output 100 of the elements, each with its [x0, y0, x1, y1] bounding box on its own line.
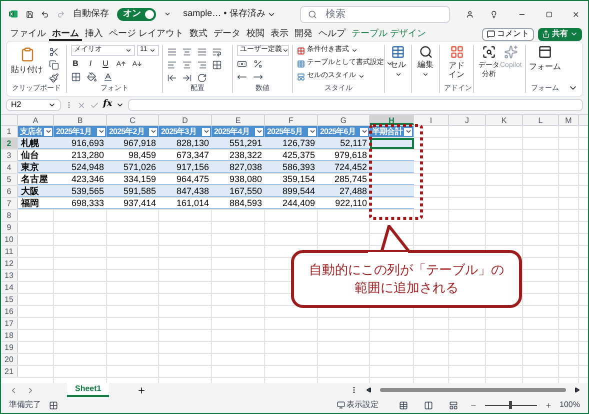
copy-icon[interactable]	[49, 60, 59, 70]
page-break-view-icon[interactable]	[448, 400, 458, 410]
row-header: 18	[1, 330, 18, 341]
fill-color-icon[interactable]	[87, 72, 97, 82]
filter-button[interactable]	[44, 128, 52, 136]
ribbon-tab[interactable]: データ	[210, 27, 244, 41]
save-icon[interactable]	[26, 8, 34, 20]
zoom-slider[interactable]	[484, 401, 537, 409]
maximize-icon[interactable]	[546, 10, 552, 18]
lightbulb-icon[interactable]	[490, 8, 498, 20]
merge-cells-icon[interactable]	[212, 60, 222, 70]
orientation-icon[interactable]	[197, 73, 207, 83]
ribbon-tab[interactable]: 校閲	[244, 27, 268, 41]
increase-indent-icon[interactable]	[182, 73, 192, 83]
horizontal-scrollbar[interactable]	[380, 388, 566, 392]
scroll-right-icon[interactable]	[574, 387, 580, 393]
page-layout-view-icon[interactable]	[424, 400, 433, 410]
normal-view-icon[interactable]	[398, 400, 408, 410]
decrease-indent-icon[interactable]	[167, 73, 177, 83]
caret-icon	[282, 47, 289, 54]
ribbon-tab[interactable]: テーブル デザイン	[348, 27, 430, 41]
row-header: 7	[1, 198, 18, 209]
autosave-toggle[interactable]: オン	[117, 8, 156, 20]
zoom-level: 100%	[560, 399, 580, 411]
row-header: 15	[1, 294, 18, 305]
align-bottom-icon[interactable]	[197, 47, 207, 57]
table-cell: 938,080	[212, 174, 265, 185]
zoom-slider-thumb[interactable]	[509, 401, 512, 409]
conditional-format-icon	[297, 46, 305, 54]
align-center-icon[interactable]	[182, 60, 192, 70]
display-settings-button[interactable]: 表示設定	[336, 399, 379, 411]
align-left-icon[interactable]	[167, 60, 177, 70]
table-cell: 213,280	[54, 150, 107, 161]
comment-button[interactable]: コメント	[482, 28, 534, 40]
column-header: J	[449, 115, 486, 125]
ribbon-tab[interactable]: ヘルプ	[316, 27, 349, 41]
ribbon-tab[interactable]: ページ レイアウト	[106, 27, 187, 41]
ribbon-tab[interactable]: ファイル	[7, 27, 49, 41]
account-icon[interactable]	[466, 8, 474, 20]
ribbon-tab[interactable]: 開発	[292, 27, 316, 41]
ribbon-tab[interactable]: 挿入	[82, 27, 106, 41]
table-cell: 571,026	[107, 162, 159, 173]
bold-button[interactable]: B	[71, 58, 80, 70]
wrap-text-icon[interactable]	[212, 47, 222, 57]
autosave-label: 自動保存	[73, 7, 110, 20]
filter-button[interactable]	[308, 128, 316, 136]
filter-button[interactable]	[404, 128, 412, 136]
italic-button[interactable]: I	[86, 58, 95, 70]
next-sheet-icon[interactable]	[26, 386, 35, 394]
cells-button[interactable]: セル	[389, 45, 407, 78]
name-box[interactable]: H2	[6, 99, 61, 111]
insert-function-button[interactable]: fx	[103, 98, 112, 112]
ribbon-tab[interactable]: 数式	[186, 27, 211, 41]
table-cell: 979,618	[318, 150, 370, 161]
align-right-icon[interactable]	[197, 60, 207, 70]
increase-decimal-icon[interactable]	[237, 72, 247, 82]
file-name-menu[interactable]: sample… • 保存済み	[183, 7, 276, 21]
zoom-in-icon[interactable]	[544, 402, 552, 408]
add-ins-button[interactable]: アドイン	[444, 45, 469, 79]
add-sheet-icon[interactable]	[137, 386, 146, 394]
ribbon-tab[interactable]: 表示	[268, 27, 292, 41]
row-header: 9	[1, 222, 18, 233]
table-cell: 238,322	[212, 150, 265, 161]
caret-icon	[570, 30, 578, 38]
filter-button[interactable]	[360, 128, 368, 136]
currency-icon[interactable]	[237, 59, 247, 69]
cell-style-icon	[297, 72, 305, 80]
font-color-icon[interactable]	[103, 72, 113, 82]
previous-sheet-icon[interactable]	[9, 386, 18, 394]
table-cell: 899,544	[265, 186, 318, 197]
table-cell: 586,393	[265, 162, 318, 173]
underline-button[interactable]: U	[101, 58, 110, 70]
share-button[interactable]: 共有	[538, 28, 582, 40]
decrease-decimal-icon[interactable]	[253, 72, 263, 82]
align-top-icon[interactable]	[167, 47, 177, 57]
search-field[interactable]: 検索	[300, 6, 450, 22]
formula-dropdown-icon[interactable]	[116, 101, 124, 109]
decrease-font-size-icon[interactable]	[132, 58, 142, 68]
undo-icon[interactable]	[41, 8, 50, 20]
table-cell: 673,347	[159, 150, 212, 161]
table-cell: 仙台	[18, 150, 54, 161]
cut-icon[interactable]	[49, 47, 59, 57]
filter-button[interactable]	[202, 128, 210, 136]
filter-button[interactable]	[97, 128, 105, 136]
increase-font-size-icon[interactable]	[116, 58, 126, 68]
paste-button[interactable]: 貼り付け	[11, 47, 43, 76]
table-cell: 937,414	[107, 198, 159, 209]
align-middle-icon[interactable]	[182, 47, 192, 57]
formula-input-field[interactable]	[128, 99, 583, 111]
borders-icon[interactable]	[71, 72, 81, 82]
sheet-tab[interactable]: Sheet1	[67, 383, 110, 397]
filter-button[interactable]	[149, 128, 157, 136]
format-painter-icon[interactable]	[49, 73, 59, 83]
form-button[interactable]: フォーム	[530, 45, 560, 73]
column-header: M	[559, 115, 579, 125]
percent-icon[interactable]	[253, 59, 263, 69]
editing-button[interactable]: 編集	[416, 45, 435, 78]
scroll-left-icon[interactable]	[366, 387, 372, 393]
table-cell: 724,452	[318, 162, 370, 173]
filter-button[interactable]	[255, 128, 263, 136]
